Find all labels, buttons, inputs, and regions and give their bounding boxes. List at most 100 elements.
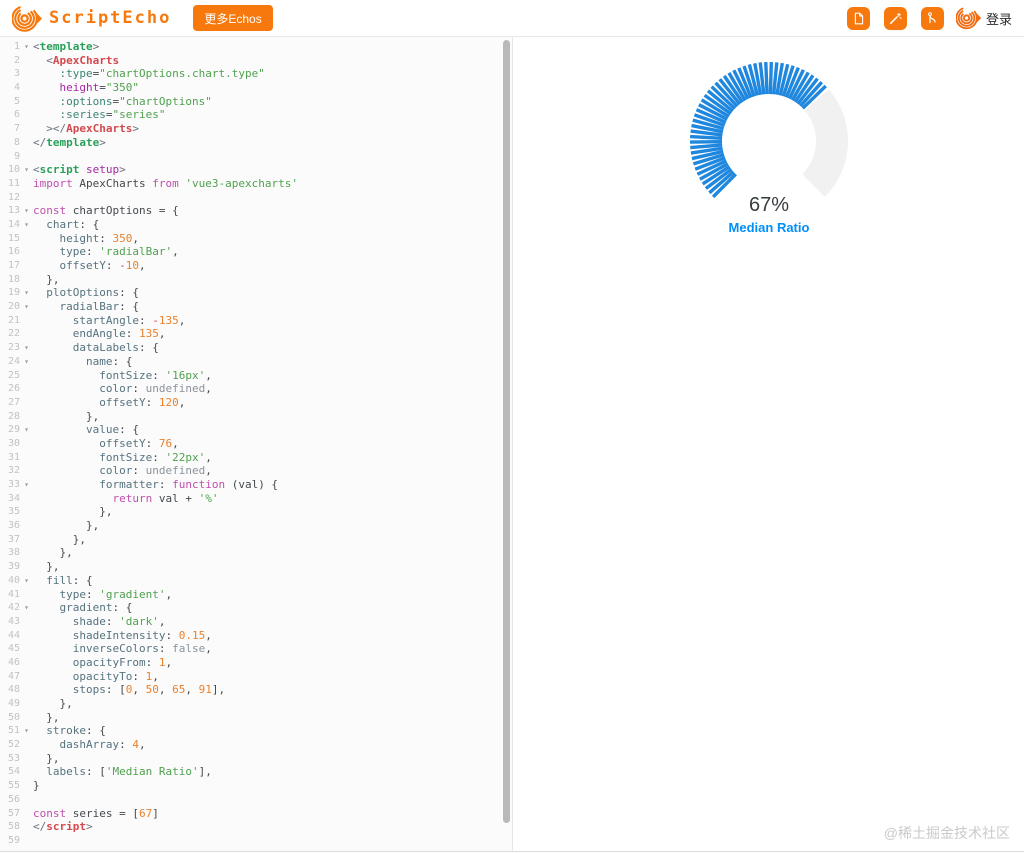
code-line[interactable]: 53 }, — [0, 752, 512, 766]
code-line[interactable]: 4 height="350" — [0, 81, 512, 95]
code-line[interactable]: 46 opacityFrom: 1, — [0, 656, 512, 670]
code-line[interactable]: 25 fontSize: '16px', — [0, 369, 512, 383]
gauge-bar-dash — [690, 134, 723, 141]
line-number: 48 — [7, 684, 20, 696]
code-line[interactable]: 47 opacityTo: 1, — [0, 670, 512, 684]
code-text: }, — [33, 710, 60, 724]
code-line[interactable]: 59 — [0, 834, 512, 848]
code-line[interactable]: 17 offsetY: -10, — [0, 259, 512, 273]
line-number: 49 — [7, 698, 20, 709]
logo-wedge — [36, 12, 43, 24]
code-line[interactable]: 51 ▾ stroke: { — [0, 724, 512, 738]
code-line[interactable]: 13 ▾ const chartOptions = { — [0, 204, 512, 218]
code-line[interactable]: 15 height: 350, — [0, 232, 512, 246]
code-line[interactable]: 28 }, — [0, 410, 512, 424]
code-line[interactable]: 44 shadeIntensity: 0.15, — [0, 629, 512, 643]
fold-arrow-icon[interactable]: ▾ — [20, 724, 33, 738]
code-line[interactable]: 23 ▾ dataLabels: { — [0, 341, 512, 355]
code-line[interactable]: 56 — [0, 793, 512, 807]
code-text: }, — [33, 697, 73, 710]
fold-arrow-icon[interactable]: ▾ — [20, 478, 33, 492]
code-text: value: { — [85, 423, 139, 437]
code-line[interactable]: 9 — [0, 150, 512, 164]
code-line[interactable]: 34 return val + '%' — [0, 492, 512, 506]
fold-gutter — [20, 533, 33, 547]
fold-gutter — [20, 546, 33, 560]
code-text: }, — [33, 532, 86, 546]
code-text: }, — [33, 505, 113, 519]
code-editor[interactable]: 1 ▾ <template> 2 <ApexCharts 3 :type="chartO… — [0, 37, 512, 851]
code-text: }, — [33, 409, 100, 423]
code-line[interactable]: 6 :series="series" — [0, 108, 512, 122]
code-line[interactable]: 8 </template> — [0, 136, 512, 150]
code-line[interactable]: 11 import ApexCharts from 'vue3-apexchart… — [0, 177, 512, 191]
gauge-bar-dash — [764, 61, 769, 95]
fold-arrow-icon[interactable]: ▾ — [20, 40, 33, 54]
fold-arrow-icon[interactable]: ▾ — [20, 341, 33, 355]
fold-arrow-icon[interactable]: ▾ — [20, 601, 33, 615]
code-line[interactable]: 50 }, — [0, 711, 512, 725]
code-line[interactable]: 38 }, — [0, 546, 512, 560]
code-line[interactable]: 57 const series = [67] — [0, 807, 512, 821]
code-line[interactable]: 2 <ApexCharts — [0, 54, 512, 68]
code-line[interactable]: 30 offsetY: 76, — [0, 437, 512, 451]
code-line[interactable]: 55} — [0, 779, 512, 793]
code-line[interactable]: 21 startAngle: -135, — [0, 314, 512, 328]
code-line[interactable]: 37 }, — [0, 533, 512, 547]
code-line[interactable]: 20 ▾ radialBar: { — [0, 300, 512, 314]
new-file-button[interactable] — [846, 6, 870, 30]
fold-arrow-icon[interactable]: ▾ — [20, 574, 33, 588]
code-line[interactable]: 22 endAngle: 135, — [0, 327, 512, 341]
code-line[interactable]: 31 fontSize: '22px', — [0, 451, 512, 465]
fold-gutter — [20, 451, 33, 465]
code-line[interactable]: 27 offsetY: 120, — [0, 396, 512, 410]
fold-arrow-icon[interactable]: ▾ — [20, 286, 33, 300]
code-line[interactable]: 54 labels: ['Median Ratio'], — [0, 765, 512, 779]
more-echos-button[interactable]: 更多Echos — [193, 5, 273, 31]
fold-gutter — [20, 382, 33, 396]
editor-scrollbar[interactable] — [503, 40, 510, 823]
code-line[interactable]: 26 color: undefined, — [0, 382, 512, 396]
code-line[interactable]: 49 }, — [0, 697, 512, 711]
code-line[interactable]: 52 dashArray: 4, — [0, 738, 512, 752]
code-line[interactable]: 29 ▾ value: { — [0, 423, 512, 437]
code-line[interactable]: 41 type: 'gradient', — [0, 588, 512, 602]
code-line[interactable]: 42 ▾ gradient: { — [0, 601, 512, 615]
code-line[interactable]: 19 ▾ plotOptions: { — [0, 286, 512, 300]
fold-gutter — [20, 177, 33, 191]
code-line[interactable]: 12 — [0, 191, 512, 205]
code-line[interactable]: 5 :options="chartOptions" — [0, 95, 512, 109]
fold-arrow-icon[interactable]: ▾ — [20, 163, 33, 177]
code-line[interactable]: 16 type: 'radialBar', — [0, 245, 512, 259]
fold-arrow-icon[interactable]: ▾ — [20, 218, 33, 232]
fold-arrow-icon[interactable]: ▾ — [20, 423, 33, 437]
fold-arrow-icon[interactable]: ▾ — [20, 355, 33, 369]
code-line[interactable]: 43 shade: 'dark', — [0, 615, 512, 629]
code-line[interactable]: 33 ▾ formatter: function (val) { — [0, 478, 512, 492]
code-line[interactable]: 32 color: undefined, — [0, 464, 512, 478]
code-line[interactable]: 18 }, — [0, 273, 512, 287]
fold-arrow-icon[interactable]: ▾ — [20, 204, 33, 218]
code-line[interactable]: 48 stops: [0, 50, 65, 91], — [0, 683, 512, 697]
code-line[interactable]: 36 }, — [0, 519, 512, 533]
code-line[interactable]: 39 }, — [0, 560, 512, 574]
magic-wand-button[interactable] — [883, 6, 907, 30]
git-branch-button[interactable] — [920, 6, 944, 30]
code-line[interactable]: 3 :type="chartOptions.chart.type" — [0, 67, 512, 81]
code-line[interactable]: 14 ▾ chart: { — [0, 218, 512, 232]
code-line[interactable]: 10 ▾ <script setup> — [0, 163, 512, 177]
code-line[interactable]: 40 ▾ fill: { — [0, 574, 512, 588]
fold-gutter — [20, 67, 33, 81]
code-text: const series = [67] — [33, 806, 159, 820]
code-line[interactable]: 35 }, — [0, 505, 512, 519]
code-line[interactable]: 7 ></ApexCharts> — [0, 122, 512, 136]
app-header: ScriptEcho 更多Echos 登录 — [0, 0, 1024, 37]
code-text: startAngle: -135, — [72, 313, 186, 327]
login-button[interactable]: 登录 — [955, 5, 1012, 31]
code-line[interactable]: 24 ▾ name: { — [0, 355, 512, 369]
code-line[interactable]: 45 inverseColors: false, — [0, 642, 512, 656]
fold-arrow-icon[interactable]: ▾ — [20, 300, 33, 314]
code-line[interactable]: 58 </script> — [0, 820, 512, 834]
code-line[interactable]: 1 ▾ <template> — [0, 40, 512, 54]
line-number: 55 — [7, 780, 20, 792]
